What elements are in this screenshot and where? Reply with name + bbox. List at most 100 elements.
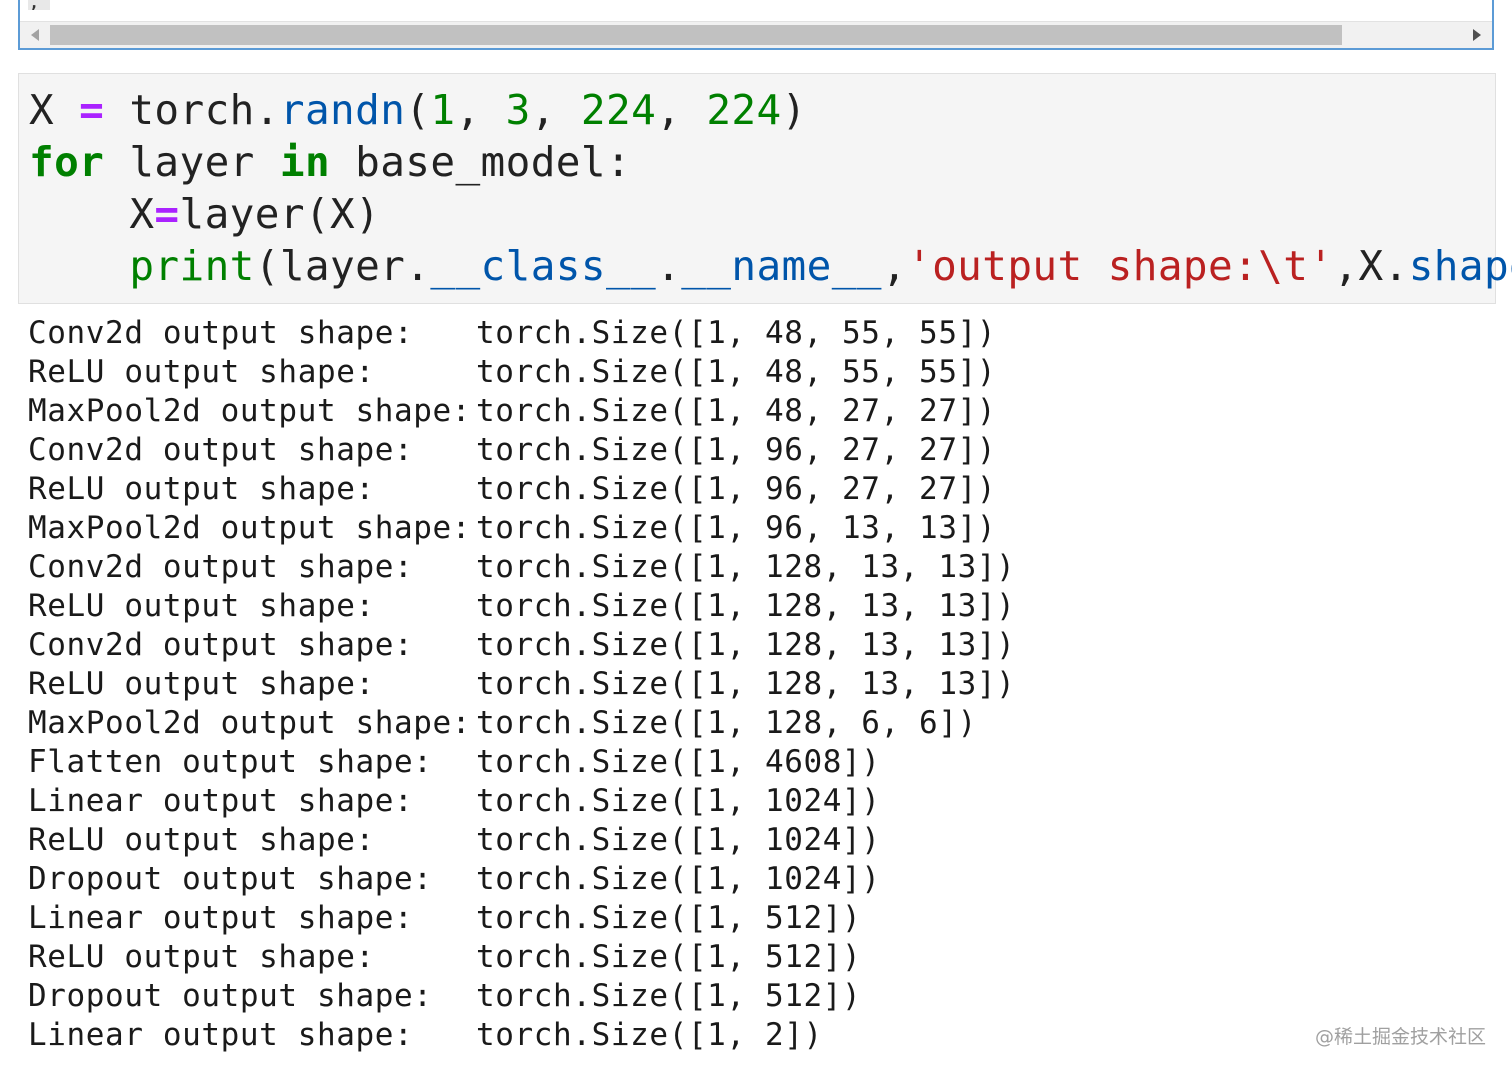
code-token: (layer. (254, 242, 431, 290)
output-row: MaxPool2d output shape: torch.Size([1, 96… (28, 509, 1028, 548)
code-token: , (530, 86, 581, 134)
previous-output-text: , (28, 0, 50, 10)
output-row: ReLU output shape: torch.Size([1, 48, 55,… (28, 353, 1028, 392)
output-row: Linear output shape: torch.Size([1, 2]) (28, 1016, 1028, 1055)
code-token: = (154, 190, 180, 238)
code-token: __class__ (430, 242, 657, 290)
shape-value: torch.Size([1, 128, 13, 13]) (476, 588, 1016, 624)
code-line: X=layer(X) (29, 188, 1512, 240)
watermark: @稀土掘金技术社区 (1314, 1026, 1486, 1048)
code-line: for layer in base_model: (29, 136, 1512, 188)
cell-output: Conv2d output shape: torch.Size([1, 48, 5… (28, 314, 1028, 1055)
layer-label: Linear output shape: (28, 783, 414, 819)
output-row: Dropout output shape: torch.Size([1, 1024… (28, 860, 1028, 899)
code-token: torch. (104, 86, 280, 134)
layer-label: Conv2d output shape: (28, 549, 414, 585)
output-row: Linear output shape: torch.Size([1, 1024]… (28, 782, 1028, 821)
output-row: ReLU output shape: torch.Size([1, 512]) (28, 938, 1028, 977)
layer-label: Linear output shape: (28, 1017, 414, 1053)
output-row: MaxPool2d output shape: torch.Size([1, 12… (28, 704, 1028, 743)
code-token: base_model: (330, 138, 632, 186)
shape-value: torch.Size([1, 4608]) (476, 744, 881, 780)
code-token: ,X. (1333, 242, 1409, 290)
layer-label: ReLU output shape: (28, 471, 375, 507)
code-token: for (29, 138, 105, 186)
shape-value: torch.Size([1, 512]) (476, 939, 862, 975)
shape-value: torch.Size([1, 48, 55, 55]) (476, 315, 997, 351)
output-row: Conv2d output shape: torch.Size([1, 96, 2… (28, 431, 1028, 470)
code-token: layer (104, 138, 280, 186)
code-token: 'output shape:\t' (907, 242, 1334, 290)
layer-label: Conv2d output shape: (28, 627, 414, 663)
output-row: ReLU output shape: torch.Size([1, 128, 13… (28, 665, 1028, 704)
shape-value: torch.Size([1, 128, 6, 6]) (476, 705, 977, 741)
code-token: = (79, 86, 105, 134)
code-token: . (656, 242, 682, 290)
shape-value: torch.Size([1, 96, 27, 27]) (476, 432, 997, 468)
shape-value: torch.Size([1, 128, 13, 13]) (476, 549, 1016, 585)
shape-value: torch.Size([1, 48, 55, 55]) (476, 354, 997, 390)
layer-label: ReLU output shape: (28, 939, 375, 975)
shape-value: torch.Size([1, 128, 13, 13]) (476, 666, 1016, 702)
scroll-right-button[interactable] (1464, 22, 1490, 48)
output-row: Conv2d output shape: torch.Size([1, 128, … (28, 626, 1028, 665)
shape-value: torch.Size([1, 1024]) (476, 822, 881, 858)
output-row: Linear output shape: torch.Size([1, 512]) (28, 899, 1028, 938)
code-token: ) (781, 86, 807, 134)
layer-label: ReLU output shape: (28, 354, 375, 390)
code-token: in (279, 138, 331, 186)
shape-value: torch.Size([1, 1024]) (476, 783, 881, 819)
output-row: ReLU output shape: torch.Size([1, 96, 27,… (28, 470, 1028, 509)
layer-label: Flatten output shape: (28, 744, 433, 780)
layer-label: ReLU output shape: (28, 588, 375, 624)
horizontal-scrollbar[interactable] (20, 21, 1492, 48)
code-token: 224 (580, 86, 657, 134)
code-token: , (656, 86, 707, 134)
layer-label: ReLU output shape: (28, 822, 375, 858)
layer-label: MaxPool2d output shape: (28, 510, 472, 546)
layer-label: Linear output shape: (28, 900, 414, 936)
layer-label: Conv2d output shape: (28, 315, 414, 351)
layer-label: MaxPool2d output shape: (28, 705, 472, 741)
code-token: ( (405, 86, 431, 134)
code-token: randn (279, 86, 406, 134)
code-token: shape (1408, 242, 1512, 290)
scroll-left-button[interactable] (22, 22, 48, 48)
output-row: Flatten output shape: torch.Size([1, 4608… (28, 743, 1028, 782)
code-token: __name__ (681, 242, 882, 290)
layer-label: ReLU output shape: (28, 666, 375, 702)
shape-value: torch.Size([1, 2]) (476, 1017, 823, 1053)
shape-value: torch.Size([1, 512]) (476, 900, 862, 936)
code-line: X = torch.randn(1, 3, 224, 224) (29, 84, 1512, 136)
code-token: print (129, 242, 255, 290)
shape-value: torch.Size([1, 512]) (476, 978, 862, 1014)
code-editor[interactable]: X = torch.randn(1, 3, 224, 224) for layer… (29, 84, 1512, 292)
code-token: 224 (706, 86, 782, 134)
code-token: , (881, 242, 907, 290)
layer-label: Dropout output shape: (28, 978, 433, 1014)
code-token: X (29, 190, 155, 238)
shape-value: torch.Size([1, 96, 27, 27]) (476, 471, 997, 507)
code-token: 3 (505, 86, 531, 134)
code-input-cell[interactable]: X = torch.randn(1, 3, 224, 224) for layer… (18, 73, 1512, 304)
layer-label: Dropout output shape: (28, 861, 433, 897)
code-line: print(layer.__class__.__name__,'output s… (29, 240, 1512, 292)
shape-value: torch.Size([1, 128, 13, 13]) (476, 627, 1016, 663)
shape-value: torch.Size([1, 1024]) (476, 861, 881, 897)
output-row: Dropout output shape: torch.Size([1, 512]… (28, 977, 1028, 1016)
output-row: MaxPool2d output shape: torch.Size([1, 48… (28, 392, 1028, 431)
arrow-left-icon (31, 29, 39, 41)
previous-cell-output: , (18, 0, 1494, 50)
output-row: ReLU output shape: torch.Size([1, 1024]) (28, 821, 1028, 860)
layer-label: Conv2d output shape: (28, 432, 414, 468)
shape-value: torch.Size([1, 48, 27, 27]) (476, 393, 997, 429)
code-token: layer(X) (179, 190, 381, 238)
output-row: ReLU output shape: torch.Size([1, 128, 13… (28, 587, 1028, 626)
code-token: 1 (430, 86, 456, 134)
code-token: X (29, 86, 80, 134)
code-token: , (455, 86, 506, 134)
scrollbar-thumb[interactable] (50, 25, 1342, 45)
output-row: Conv2d output shape: torch.Size([1, 48, 5… (28, 314, 1028, 353)
layer-label: MaxPool2d output shape: (28, 393, 472, 429)
